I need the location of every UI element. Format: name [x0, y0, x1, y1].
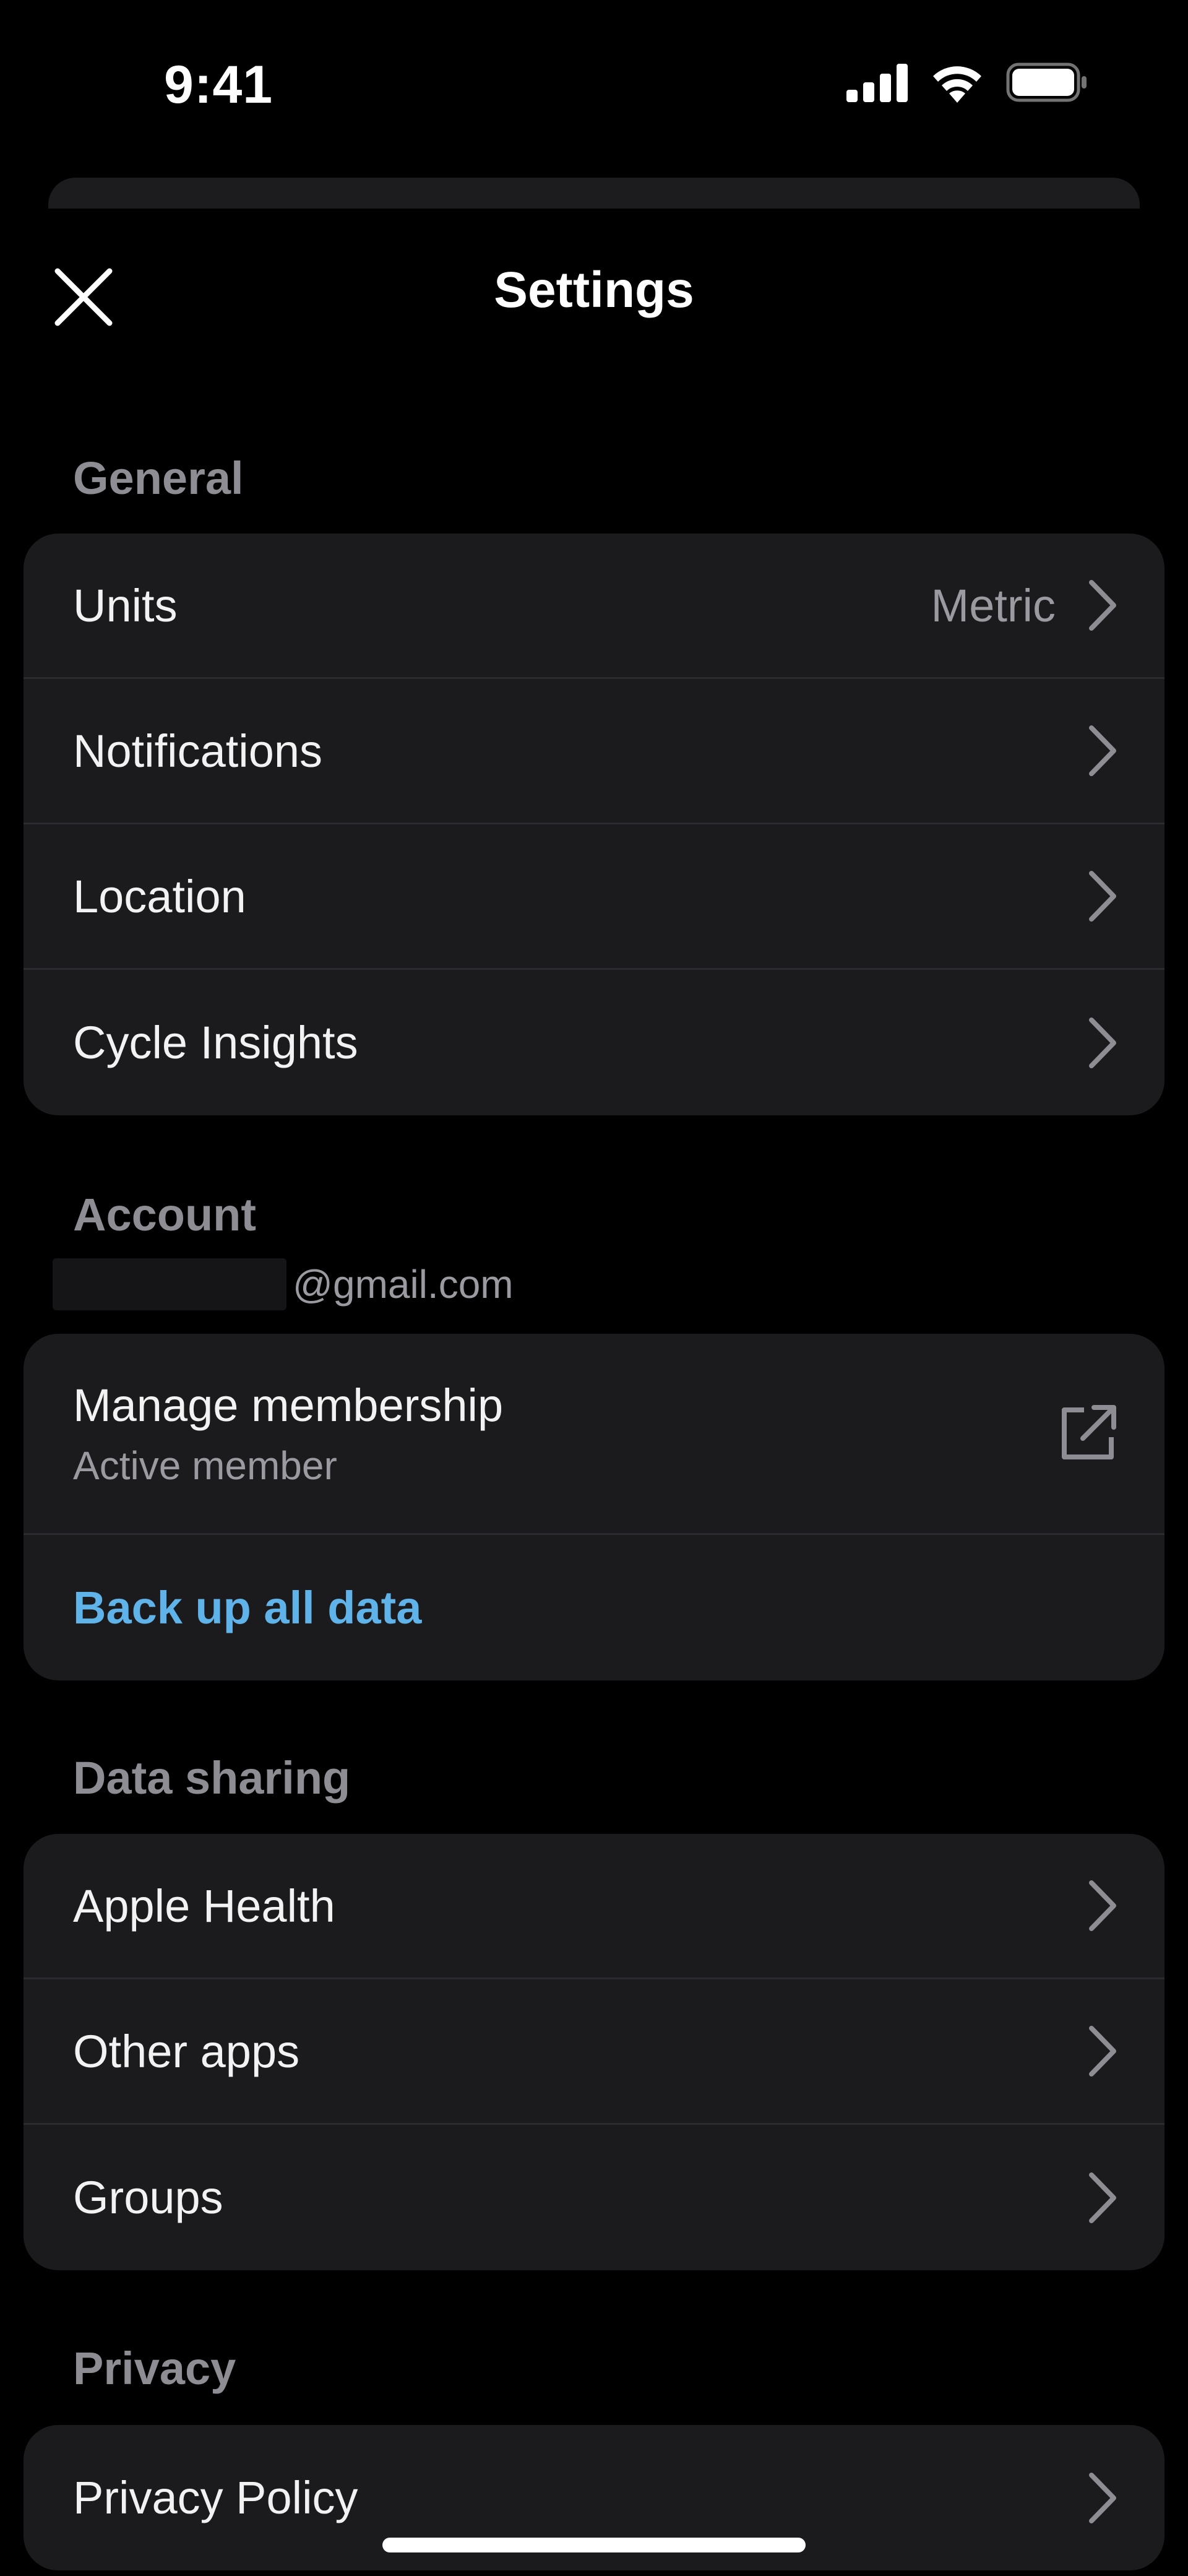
- redacted-email-mask: [53, 1258, 286, 1310]
- back-up-all-data-link[interactable]: Back up all data: [73, 1581, 1120, 1634]
- chevron-right-icon: [1089, 580, 1116, 631]
- row-label: Units: [73, 579, 178, 631]
- row-value: Metric: [931, 579, 1056, 631]
- row-label: Manage membership: [73, 1379, 504, 1431]
- home-indicator[interactable]: [382, 2538, 806, 2552]
- chevron-right-icon: [1089, 725, 1116, 776]
- settings-row-location[interactable]: Location: [24, 824, 1164, 970]
- status-time: 9:41: [164, 55, 273, 115]
- chevron-right-icon: [1089, 871, 1116, 922]
- row-label: Notifications: [73, 725, 323, 777]
- row-label: Cycle Insights: [73, 1017, 358, 1068]
- row-label: Apple Health: [73, 1880, 335, 1932]
- manage-membership-row[interactable]: Manage membership Active member: [24, 1334, 1164, 1535]
- wifi-icon: [933, 66, 981, 103]
- battery-icon: [1006, 63, 1087, 102]
- section-label-general: General: [73, 452, 244, 504]
- membership-text: Manage membership Active member: [73, 1379, 1056, 1489]
- settings-row-other-apps[interactable]: Other apps: [24, 1979, 1164, 2125]
- row-label: Location: [73, 870, 246, 922]
- cellular-signal-icon: [846, 64, 908, 102]
- chevron-right-icon: [1089, 1017, 1116, 1068]
- chevron-right-icon: [1089, 1880, 1116, 1931]
- row-label: Privacy Policy: [73, 2472, 358, 2523]
- membership-status: Active member: [73, 1443, 337, 1488]
- back-up-all-data-row[interactable]: Back up all data: [24, 1535, 1164, 1680]
- settings-row-apple-health[interactable]: Apple Health: [24, 1834, 1164, 1979]
- data-sharing-group: Apple Health Other apps Groups: [24, 1834, 1164, 2270]
- settings-header: Settings: [0, 235, 1188, 353]
- settings-row-groups[interactable]: Groups: [24, 2125, 1164, 2270]
- section-label-privacy: Privacy: [73, 2343, 236, 2394]
- section-label-data-sharing: Data sharing: [73, 1752, 351, 1804]
- status-icons: [846, 62, 1088, 103]
- row-label: Groups: [73, 2172, 223, 2223]
- email-suffix: @gmail.com: [293, 1262, 514, 1307]
- settings-row-cycle-insights[interactable]: Cycle Insights: [24, 970, 1164, 1115]
- sheet-background-edge: [48, 178, 1140, 209]
- page-title: Settings: [494, 262, 694, 318]
- chevron-right-icon: [1089, 2172, 1116, 2223]
- account-group: Manage membership Active member Back up …: [24, 1334, 1164, 1680]
- section-label-account: Account: [73, 1189, 256, 1240]
- chevron-right-icon: [1089, 2472, 1116, 2523]
- row-label: Other apps: [73, 2025, 300, 2077]
- status-bar: 9:41: [0, 0, 1188, 167]
- settings-row-notifications[interactable]: Notifications: [24, 679, 1164, 824]
- general-group: Units Metric Notifications Location Cycl…: [24, 534, 1164, 1115]
- chevron-right-icon: [1089, 2026, 1116, 2077]
- settings-row-units[interactable]: Units Metric: [24, 534, 1164, 679]
- external-link-icon: [1062, 1405, 1116, 1459]
- account-email: @gmail.com: [53, 1256, 514, 1312]
- settings-screen: 9:41 Settings General Units Metric Notif…: [0, 0, 1188, 2576]
